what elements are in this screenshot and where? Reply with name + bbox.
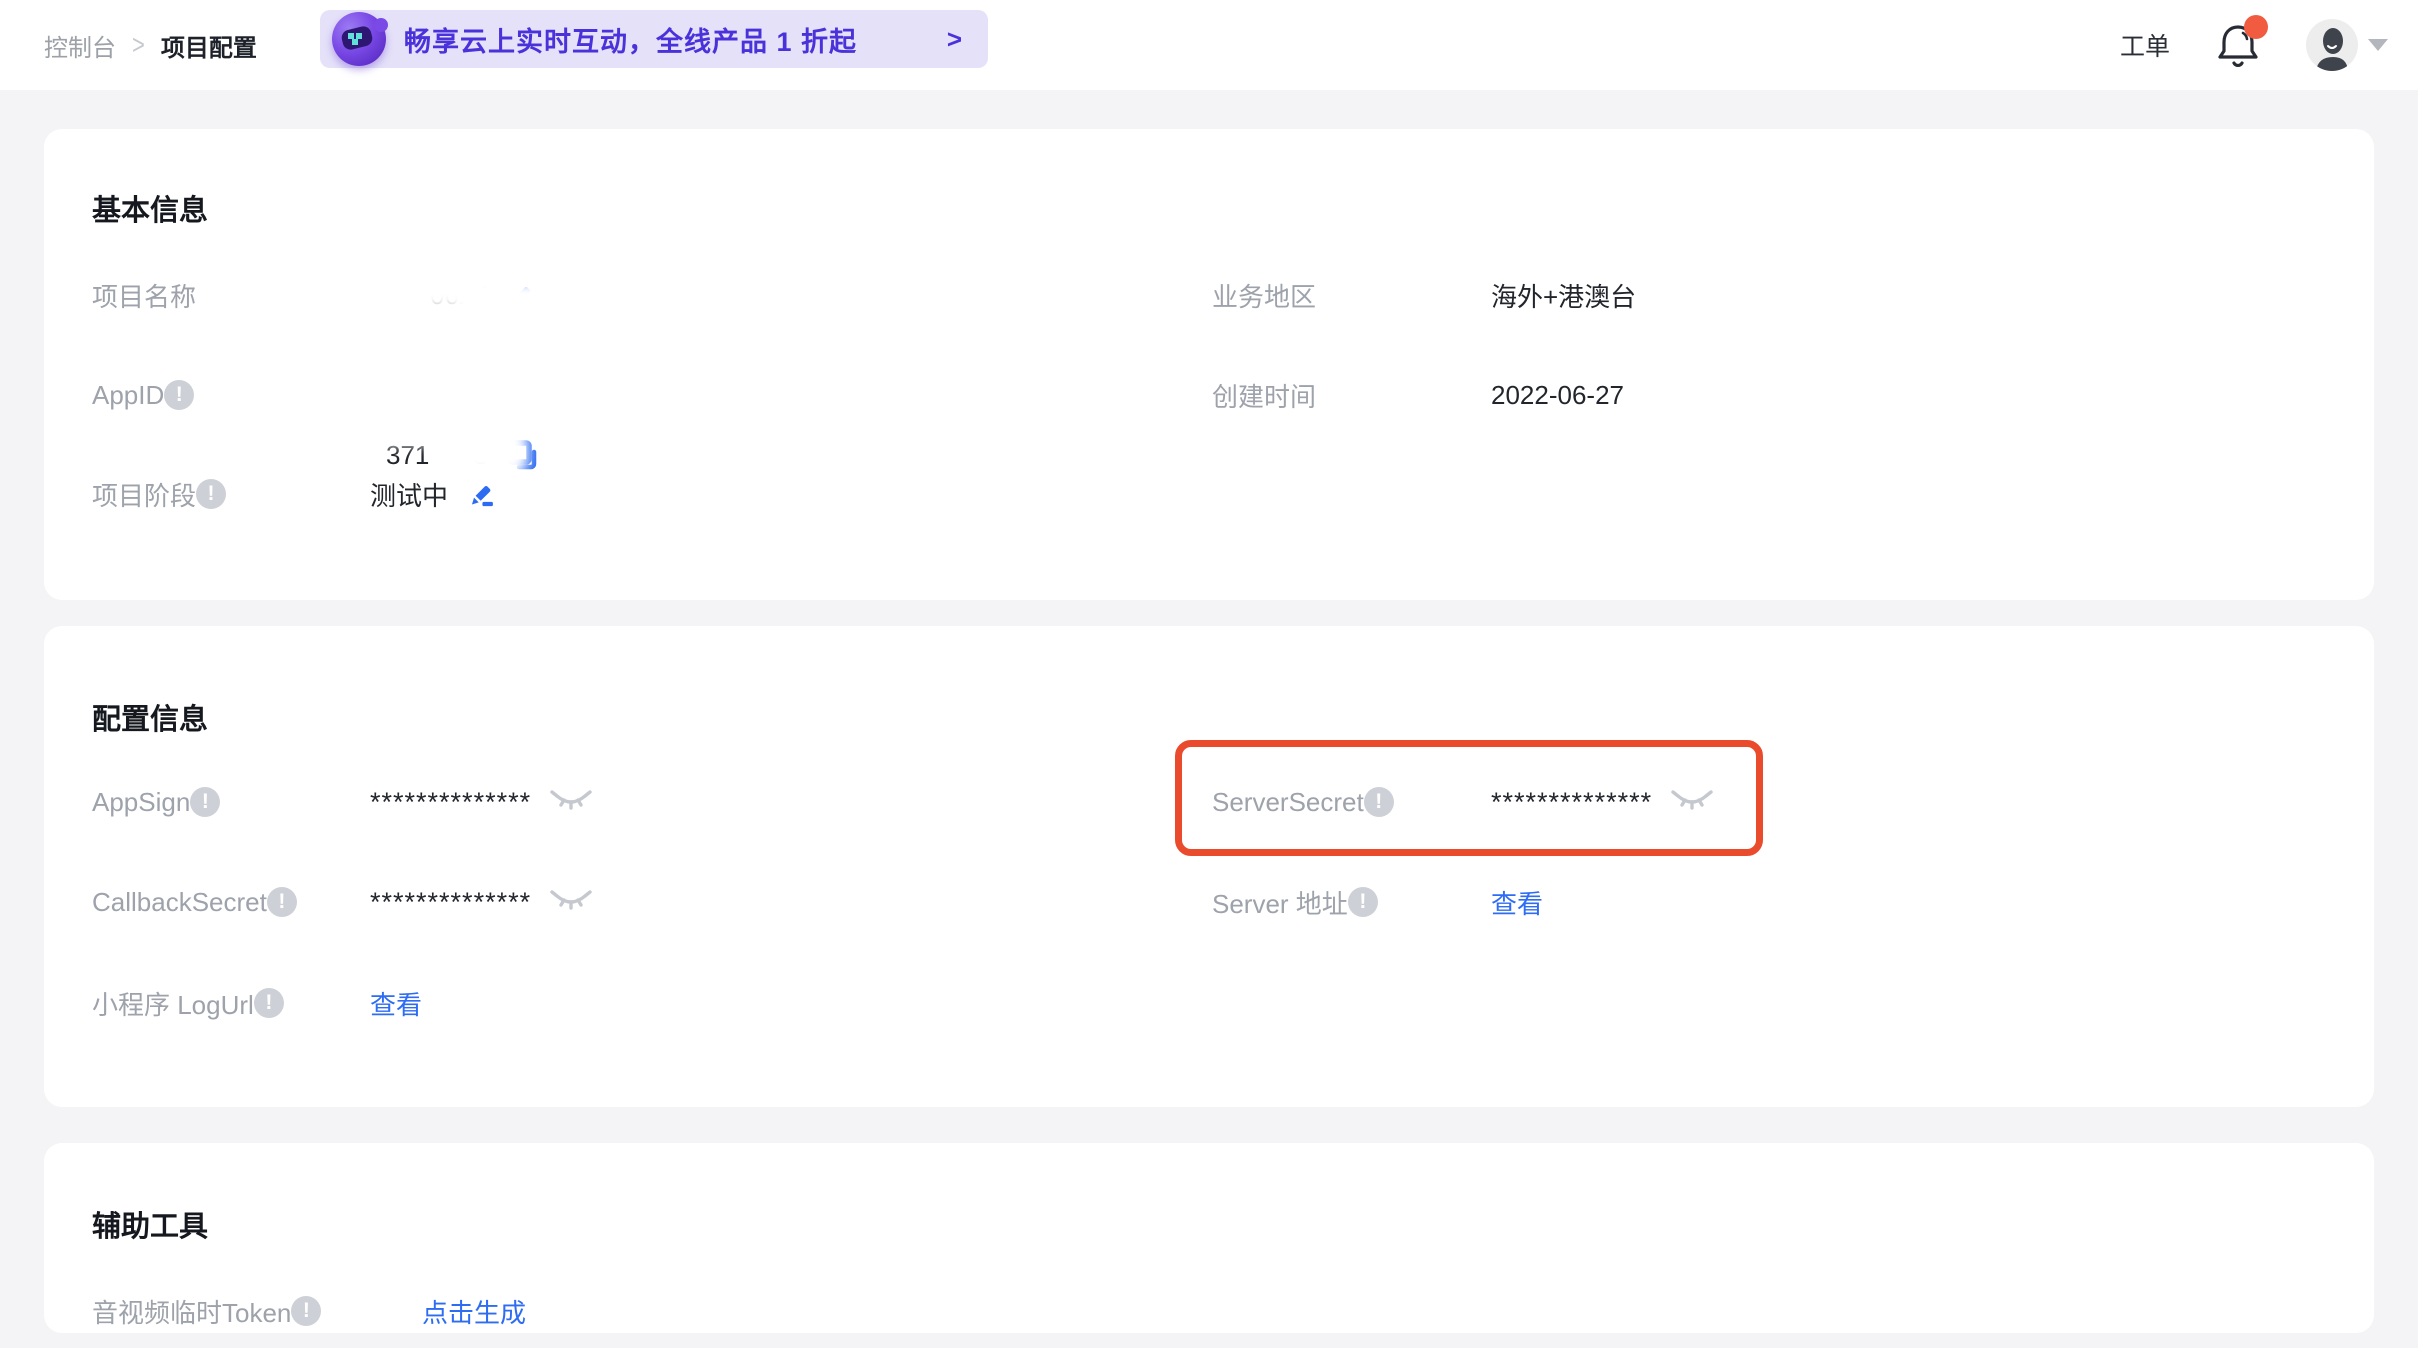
pencil-icon bbox=[464, 477, 498, 511]
edit-project-stage-button[interactable] bbox=[464, 477, 498, 511]
callbacksecret-reveal-eye-icon[interactable] bbox=[549, 884, 593, 921]
callbacksecret-info-icon[interactable]: ! bbox=[267, 887, 297, 917]
appsign-reveal-eye-icon[interactable] bbox=[549, 784, 593, 821]
promo-arrow-icon: > bbox=[947, 24, 962, 55]
basic-info-title: 基本信息 bbox=[92, 187, 208, 229]
breadcrumb: 控制台 > 项目配置 bbox=[44, 0, 257, 90]
created-time-value: 2022-06-27 bbox=[1491, 380, 1624, 411]
appid-info-icon[interactable]: ! bbox=[164, 380, 194, 410]
project-name-row: 项目名称 bbox=[92, 265, 196, 325]
notification-bell-button[interactable] bbox=[2216, 21, 2260, 69]
promo-banner[interactable]: 畅享云上实时互动，全线产品 1 折起 > bbox=[320, 10, 988, 68]
server-addr-row: Server 地址 ! bbox=[1212, 872, 1378, 932]
appid-value: 371 3 bbox=[370, 425, 2418, 485]
breadcrumb-separator-icon: > bbox=[132, 29, 145, 62]
avatar[interactable] bbox=[2306, 19, 2358, 71]
breadcrumb-console[interactable]: 控制台 bbox=[44, 28, 116, 63]
appid-row: AppID ! bbox=[92, 365, 194, 425]
serversecret-label: ServerSecret bbox=[1212, 787, 1364, 818]
project-stage-info-icon[interactable]: ! bbox=[196, 479, 226, 509]
miniprogram-logurl-label: 小程序 LogUrl bbox=[92, 985, 254, 1022]
appsign-label: AppSign bbox=[92, 787, 190, 818]
token-info-icon[interactable]: ! bbox=[291, 1296, 321, 1326]
notification-badge bbox=[2244, 15, 2268, 39]
business-region-row: 业务地区 bbox=[1212, 265, 1316, 325]
appsign-row: AppSign ! bbox=[92, 772, 220, 832]
miniprogram-logurl-row: 小程序 LogUrl ! bbox=[92, 973, 284, 1033]
top-header: 控制台 > 项目配置 畅享云上实时互动，全线产品 1 折起 > 工单 bbox=[0, 0, 2418, 90]
business-region-value: 海外+港澳台 bbox=[1491, 277, 1636, 314]
project-stage-row: 项目阶段 ! bbox=[92, 464, 226, 524]
breadcrumb-project-config: 项目配置 bbox=[161, 28, 257, 63]
promo-banner-text: 畅享云上实时互动，全线产品 1 折起 bbox=[404, 20, 857, 59]
server-addr-view-link[interactable]: 查看 bbox=[1491, 884, 1543, 921]
token-label: 音视频临时Token bbox=[92, 1293, 291, 1330]
project-stage-value: 测试中 bbox=[370, 476, 448, 513]
tools-title: 辅助工具 bbox=[92, 1203, 208, 1245]
created-time-label: 创建时间 bbox=[1212, 377, 1316, 414]
header-right-cluster: 工单 bbox=[2120, 0, 2388, 90]
ticket-link[interactable]: 工单 bbox=[2120, 27, 2170, 63]
miniprogram-logurl-info-icon[interactable]: ! bbox=[254, 988, 284, 1018]
mascot-icon bbox=[332, 12, 386, 66]
serversecret-reveal-eye-icon[interactable] bbox=[1670, 784, 1714, 821]
appid-label: AppID bbox=[92, 380, 164, 411]
config-info-title: 配置信息 bbox=[92, 696, 208, 738]
appsign-info-icon[interactable]: ! bbox=[190, 787, 220, 817]
redaction-blur bbox=[456, 283, 556, 319]
business-region-label: 业务地区 bbox=[1212, 277, 1316, 314]
created-time-row: 创建时间 bbox=[1212, 365, 1316, 425]
basic-info-card: 基本信息 项目名称 0 627 业务地区 海外+港澳台 AppID ! 371 … bbox=[44, 129, 2374, 600]
miniprogram-logurl-view-link[interactable]: 查看 bbox=[370, 985, 422, 1022]
token-row: 音视频临时Token ! bbox=[92, 1281, 321, 1341]
token-generate-link[interactable]: 点击生成 bbox=[422, 1293, 526, 1330]
project-name-value: 0 627 bbox=[370, 265, 2418, 325]
tools-card: 辅助工具 音视频临时Token ! 点击生成 bbox=[44, 1143, 2374, 1333]
serversecret-row: ServerSecret ! bbox=[1212, 772, 1394, 832]
appsign-masked-value: ************** bbox=[370, 787, 531, 818]
account-menu[interactable] bbox=[2306, 19, 2388, 71]
serversecret-info-icon[interactable]: ! bbox=[1364, 787, 1394, 817]
callbacksecret-label: CallbackSecret bbox=[92, 887, 267, 918]
project-name-label: 项目名称 bbox=[92, 277, 196, 314]
callbacksecret-masked-value: ************** bbox=[370, 887, 531, 918]
redaction-blur bbox=[448, 427, 528, 475]
callbacksecret-row: CallbackSecret ! bbox=[92, 872, 297, 932]
chevron-down-icon[interactable] bbox=[2368, 39, 2388, 51]
project-stage-label: 项目阶段 bbox=[92, 476, 196, 513]
user-icon bbox=[2306, 19, 2358, 71]
serversecret-masked-value: ************** bbox=[1491, 787, 1652, 818]
server-addr-label: Server 地址 bbox=[1212, 884, 1348, 921]
config-info-card: 配置信息 AppSign ! ************** ServerSecr… bbox=[44, 626, 2374, 1107]
server-addr-info-icon[interactable]: ! bbox=[1348, 887, 1378, 917]
